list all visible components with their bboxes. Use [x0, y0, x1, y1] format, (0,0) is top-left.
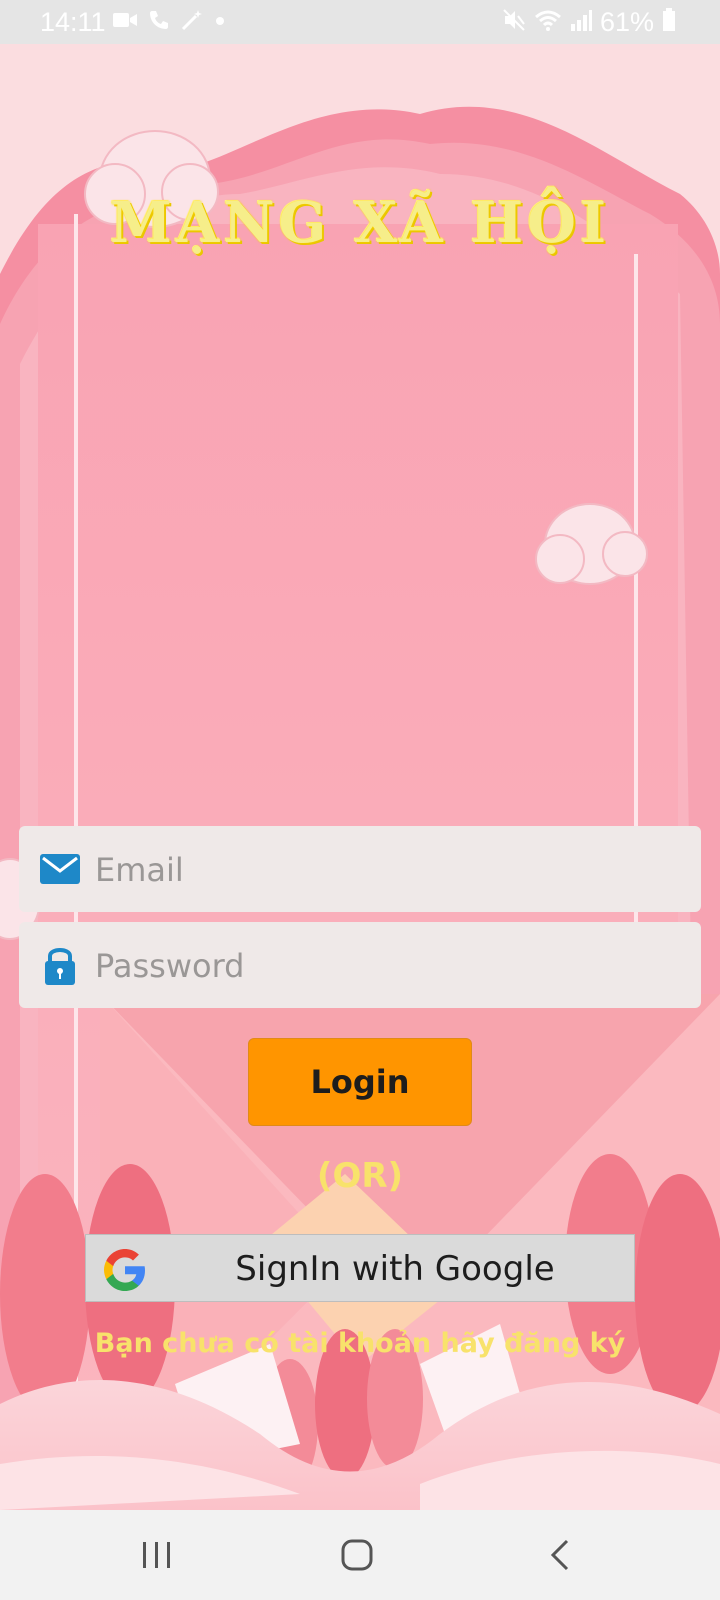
mail-icon	[40, 848, 80, 890]
password-input[interactable]	[93, 922, 687, 1010]
password-field[interactable]	[19, 922, 701, 1010]
magic-wand-icon	[180, 8, 204, 37]
app-title: MẠNG XÃ HỘI	[109, 190, 611, 256]
or-divider-text: (OR)	[316, 1156, 404, 1196]
wifi-icon	[534, 8, 562, 37]
navigation-bar	[0, 1510, 720, 1600]
mute-icon	[502, 8, 526, 37]
dot-icon	[214, 14, 226, 32]
back-icon[interactable]	[530, 1532, 590, 1578]
signal-icon	[570, 8, 592, 37]
battery-percent: 61%	[599, 7, 654, 37]
home-icon[interactable]	[327, 1532, 387, 1578]
status-time: 14:11	[40, 7, 106, 37]
email-input[interactable]	[93, 826, 687, 914]
battery-icon	[662, 8, 676, 37]
lock-icon	[40, 944, 80, 986]
email-field[interactable]	[19, 826, 701, 914]
register-link[interactable]: Bạn chưa có tài khoản hãy đăng ký	[0, 1328, 720, 1359]
phone-icon	[148, 9, 170, 36]
video-call-icon	[112, 10, 138, 35]
google-signin-label: SignIn with Google	[235, 1249, 555, 1289]
recent-apps-icon[interactable]	[127, 1532, 187, 1578]
login-button[interactable]: Login	[248, 1038, 472, 1126]
status-bar: 14:11 61%	[0, 0, 720, 44]
google-icon	[100, 1245, 150, 1295]
google-signin-button[interactable]: SignIn with Google	[85, 1234, 635, 1302]
